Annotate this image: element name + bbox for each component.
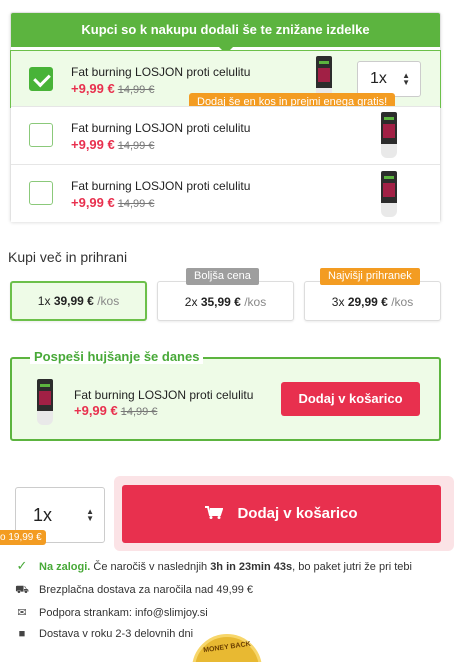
cart-icon <box>205 506 224 519</box>
product-purchase-panel: Kupci so k nakupu dodali še te znižane i… <box>0 0 454 662</box>
delivery-info: ■ Dostava v roku 2-3 delovnih dni <box>15 628 193 640</box>
buy-more-title: Kupi več in prihrani <box>8 249 128 265</box>
cross-sell-item-price: +9,99 €14,99 € <box>74 403 158 418</box>
chevron-updown-icon: ▲ ▼ <box>86 507 94 523</box>
money-back-seal: MONEY BACK <box>192 634 262 662</box>
upsell-checkbox[interactable] <box>29 181 53 205</box>
product-image <box>37 379 53 425</box>
shipping-info: ⛟ Brezplačna dostava za naročila nad 49,9… <box>15 584 254 596</box>
box-icon: ■ <box>18 628 26 640</box>
product-image <box>381 112 397 158</box>
check-icon: ✓ <box>16 558 28 573</box>
upsell-item-price: +9,99 €14,99 € <box>71 195 155 210</box>
upsell-qty-select[interactable]: 1x ▲ ▼ <box>357 61 421 97</box>
upsell-item-price: +9,99 €14,99 € <box>71 81 155 96</box>
truck-icon: ⛟ <box>15 584 29 596</box>
add-to-cart-button[interactable]: Dodaj v košarico <box>122 485 441 543</box>
upsell-item[interactable]: Fat burning LOSJON proti celulitu +9,99 … <box>11 106 440 164</box>
upsell-item-name: Fat burning LOSJON proti celulitu <box>71 179 251 193</box>
upsell-box: Kupci so k nakupu dodali še te znižane i… <box>10 12 441 222</box>
cross-sell-item-name: Fat burning LOSJON proti celulitu <box>74 388 254 402</box>
cross-sell-add-to-cart-button[interactable]: Dodaj v košarico <box>281 382 420 416</box>
support-info: ✉ Podpora strankam: info@slimjoy.si <box>15 606 207 619</box>
price-tag: o 19,99 € <box>0 530 46 545</box>
add-to-cart-highlight: Dodaj v košarico <box>114 476 454 551</box>
upsell-item[interactable]: Fat burning LOSJON proti celulitu +9,99 … <box>11 164 440 222</box>
upsell-checkbox[interactable] <box>29 123 53 147</box>
product-image <box>381 171 397 217</box>
upsell-checkbox[interactable] <box>29 67 53 91</box>
upsell-item-name: Fat burning LOSJON proti celulitu <box>71 121 251 135</box>
stock-info: ✓ Na zalogi. Če naročiš v naslednjih 3h i… <box>16 558 412 573</box>
cross-sell-title: Pospeši hujšanje še danes <box>30 349 204 364</box>
upsell-item-name: Fat burning LOSJON proti celulitu <box>71 65 251 79</box>
best-savings-badge: Najvišji prihranek <box>320 268 420 285</box>
chevron-updown-icon: ▲ ▼ <box>402 71 410 87</box>
upsell-item-price: +9,99 €14,99 € <box>71 137 155 152</box>
quantity-option-2[interactable]: 2x 35,99 € /kos <box>157 281 294 321</box>
quantity-option-3[interactable]: 3x 29,99 € /kos <box>304 281 441 321</box>
mail-icon: ✉ <box>17 607 27 619</box>
upsell-header: Kupci so k nakupu dodali še te znižane i… <box>11 13 440 54</box>
quantity-option-1[interactable]: 1x 39,99 € /kos <box>10 281 147 321</box>
better-price-badge: Boljša cena <box>186 268 259 285</box>
cross-sell-box: Pospeši hujšanje še danes Fat burning LO… <box>10 349 441 441</box>
